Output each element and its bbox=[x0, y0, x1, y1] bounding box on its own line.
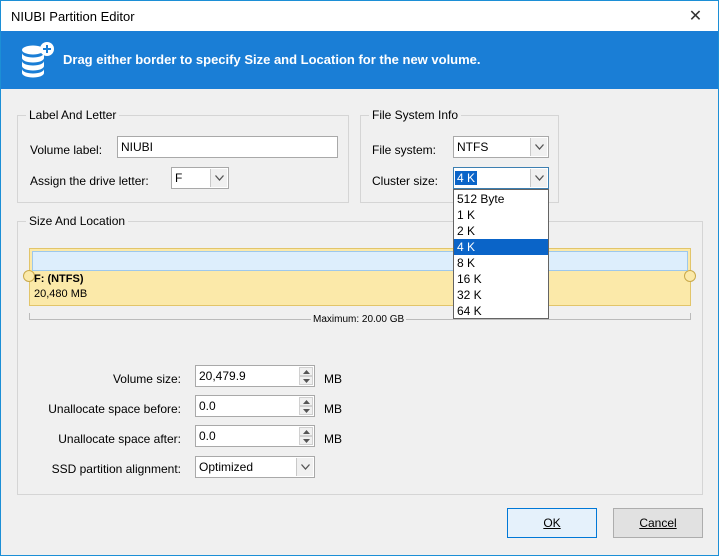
file-system-value: NTFS bbox=[457, 140, 489, 154]
spin-up-icon[interactable] bbox=[299, 397, 313, 406]
chevron-down-icon[interactable] bbox=[296, 458, 313, 476]
window-title: NIUBI Partition Editor bbox=[11, 9, 135, 24]
drive-letter-value: F bbox=[175, 171, 183, 185]
cluster-size-dropdown: 512 Byte 1 K2 K4 K8 K 16 K 32 K 64 K bbox=[453, 189, 549, 319]
volume-label-input[interactable]: NIUBI bbox=[117, 136, 338, 158]
label-letter-legend: Label And Letter bbox=[26, 108, 120, 122]
ssd-alignment-value: Optimized bbox=[199, 460, 254, 474]
label-letter-group: Label And Letter bbox=[17, 108, 349, 203]
drive-letter-caption: Assign the drive letter: bbox=[30, 174, 149, 188]
spin-up-icon[interactable] bbox=[299, 367, 313, 376]
database-add-icon bbox=[22, 42, 54, 78]
chevron-down-icon[interactable] bbox=[210, 169, 227, 187]
cancel-button-label: Cancel bbox=[639, 516, 677, 530]
cancel-button[interactable]: Cancel bbox=[613, 508, 703, 538]
cluster-option[interactable]: 512 Byte bbox=[454, 191, 548, 207]
spin-down-icon[interactable] bbox=[299, 436, 313, 445]
cluster-option[interactable]: 1 K bbox=[454, 207, 548, 223]
file-system-legend: File System Info bbox=[369, 108, 462, 122]
cluster-option[interactable]: 2 K bbox=[454, 223, 548, 239]
partition-usage-bar bbox=[32, 251, 688, 271]
cluster-size-select[interactable]: 4 K bbox=[453, 167, 549, 189]
spin-up-icon[interactable] bbox=[299, 427, 313, 436]
title-bar: NIUBI Partition Editor ✕ bbox=[1, 1, 718, 31]
right-resize-handle[interactable] bbox=[684, 270, 696, 282]
cluster-option[interactable]: 8 K bbox=[454, 255, 548, 271]
ok-button-label: OK bbox=[543, 516, 561, 530]
volume-size-caption: Volume size: bbox=[112, 372, 181, 386]
size-location-legend: Size And Location bbox=[26, 214, 129, 228]
unalloc-after-caption: Unallocate space after: bbox=[58, 432, 181, 446]
spin-down-icon[interactable] bbox=[299, 376, 313, 385]
volume-size-unit: MB bbox=[324, 372, 342, 386]
partition-editor-window: NIUBI Partition Editor ✕ Drag either bor… bbox=[0, 0, 719, 556]
unalloc-after-spinner[interactable]: 0.0 bbox=[195, 425, 315, 447]
maximum-label: Maximum: 20.00 GB bbox=[311, 314, 407, 325]
unalloc-before-spinner[interactable]: 0.0 bbox=[195, 395, 315, 417]
unalloc-after-unit: MB bbox=[324, 432, 342, 446]
drive-letter-select[interactable]: F bbox=[171, 167, 229, 189]
volume-size-spinner[interactable]: 20,479.9 bbox=[195, 365, 315, 387]
file-system-caption: File system: bbox=[372, 143, 437, 157]
unalloc-before-value: 0.0 bbox=[199, 399, 216, 413]
cluster-size-value: 4 K bbox=[455, 171, 478, 185]
ssd-alignment-select[interactable]: Optimized bbox=[195, 456, 315, 478]
banner-text: Drag either border to specify Size and L… bbox=[63, 52, 481, 67]
unalloc-before-caption: Unallocate space before: bbox=[48, 402, 181, 416]
ok-button[interactable]: OK bbox=[507, 508, 597, 538]
ssd-alignment-caption: SSD partition alignment: bbox=[51, 462, 181, 476]
partition-name: F: (NTFS) bbox=[34, 273, 84, 285]
close-button[interactable]: ✕ bbox=[673, 1, 718, 30]
partition-bar[interactable] bbox=[29, 248, 691, 306]
cluster-option[interactable]: 64 K bbox=[454, 303, 548, 319]
file-system-select[interactable]: NTFS bbox=[453, 136, 549, 158]
chevron-down-icon[interactable] bbox=[530, 169, 547, 187]
volume-size-value: 20,479.9 bbox=[199, 369, 246, 383]
partition-size: 20,480 MB bbox=[34, 288, 88, 300]
cluster-option[interactable]: 16 K bbox=[454, 271, 548, 287]
instruction-banner: Drag either border to specify Size and L… bbox=[1, 31, 718, 89]
cluster-size-caption: Cluster size: bbox=[372, 174, 439, 188]
unalloc-after-value: 0.0 bbox=[199, 429, 216, 443]
cluster-option[interactable]: 32 K bbox=[454, 287, 548, 303]
unalloc-before-unit: MB bbox=[324, 402, 342, 416]
cluster-option[interactable]: 4 K bbox=[454, 239, 548, 255]
volume-label-caption: Volume label: bbox=[30, 143, 103, 157]
close-icon: ✕ bbox=[688, 7, 703, 25]
spin-down-icon[interactable] bbox=[299, 406, 313, 415]
chevron-down-icon[interactable] bbox=[530, 138, 547, 156]
